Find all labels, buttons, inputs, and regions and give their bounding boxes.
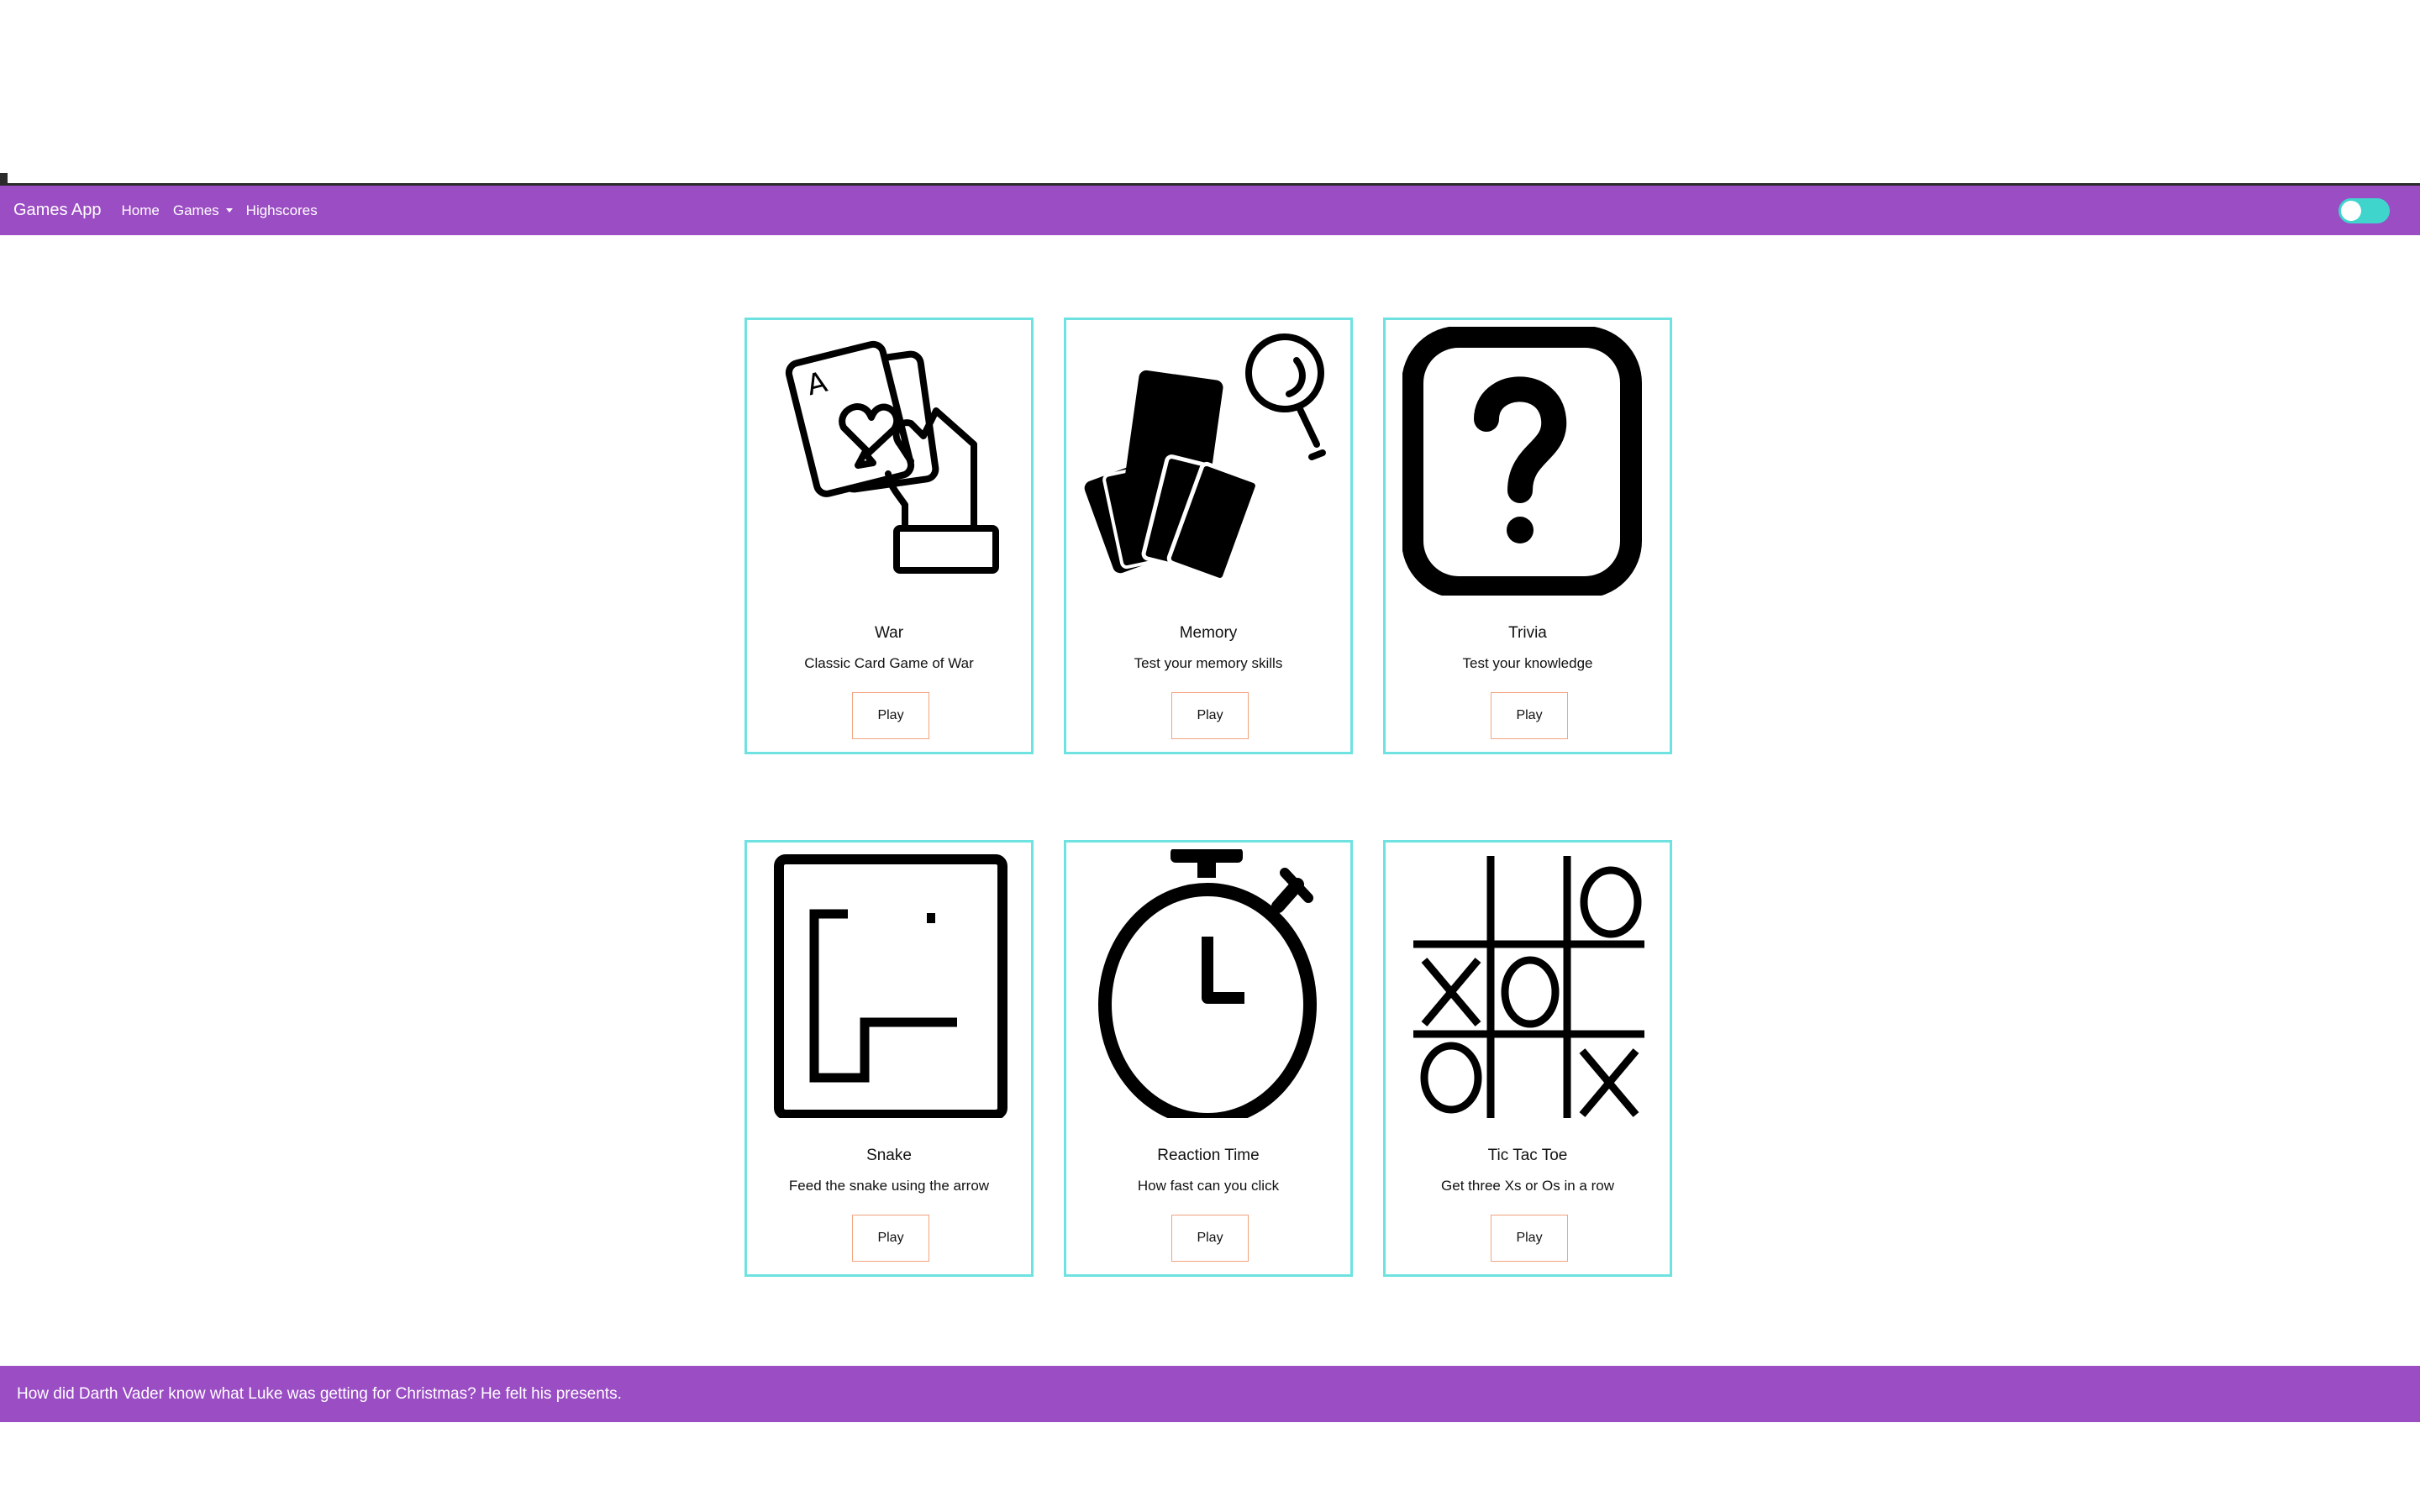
nav-home[interactable]: Home: [122, 202, 160, 219]
game-card-snake: Snake Feed the snake using the arrow Pla…: [744, 840, 1034, 1277]
card-description: Get three Xs or Os in a row: [1441, 1178, 1614, 1194]
game-card-war: A War Classic Card Game of War Play: [744, 318, 1034, 754]
play-trivia-button[interactable]: Play: [1491, 692, 1568, 739]
card-description: Classic Card Game of War: [804, 655, 974, 671]
game-card-reaction-time: Reaction Time How fast can you click Pla…: [1064, 840, 1353, 1277]
card-title: Trivia: [1508, 624, 1547, 642]
nav-highscores[interactable]: Highscores: [246, 202, 318, 219]
navbar: Games App Home Games Highscores: [0, 186, 2420, 235]
card-description: Feed the snake using the arrow: [788, 1178, 990, 1194]
play-tic-tac-toe-button[interactable]: Play: [1491, 1215, 1568, 1262]
play-war-button[interactable]: Play: [852, 692, 929, 739]
stopwatch-icon: [1098, 849, 1317, 1118]
card-description: How fast can you click: [1137, 1178, 1280, 1194]
footer-joke-bar: How did Darth Vader know what Luke was g…: [0, 1366, 2420, 1422]
card-description: Test your knowledge: [1462, 655, 1593, 671]
nav-highscores-label: Highscores: [245, 202, 318, 218]
card-title: Reaction Time: [1157, 1147, 1260, 1164]
play-memory-button[interactable]: Play: [1171, 692, 1249, 739]
snake-icon: [774, 854, 1007, 1118]
toggle-knob: [2341, 201, 2361, 221]
game-card-trivia: Trivia Test your knowledge Play: [1383, 318, 1672, 754]
nav-games-dropdown[interactable]: Games: [173, 202, 233, 219]
card-title: War: [874, 624, 904, 642]
nav-games-label: Games: [172, 202, 219, 218]
play-snake-button[interactable]: Play: [852, 1215, 929, 1262]
game-card-tic-tac-toe: Tic Tac Toe Get three Xs or Os in a row …: [1383, 840, 1672, 1277]
card-title: Memory: [1179, 624, 1238, 642]
chevron-down-icon: [225, 208, 233, 213]
cards-magnifier-icon: [1084, 333, 1326, 582]
card-title: Snake: [866, 1147, 912, 1164]
brand-link[interactable]: Games App: [13, 201, 102, 220]
game-card-memory: Memory Test your memory skills Play: [1064, 318, 1353, 754]
play-reaction-time-button[interactable]: Play: [1171, 1215, 1249, 1262]
question-mark-icon: [1402, 327, 1642, 596]
card-title: Tic Tac Toe: [1487, 1147, 1568, 1164]
footer-joke: How did Darth Vader know what Luke was g…: [17, 1384, 622, 1403]
nav-home-label: Home: [121, 202, 160, 218]
hand-holding-card-icon: A: [785, 340, 999, 574]
card-description: Test your memory skills: [1134, 655, 1283, 671]
theme-toggle[interactable]: [2338, 198, 2390, 223]
tic-tac-toe-icon: [1413, 856, 1644, 1118]
